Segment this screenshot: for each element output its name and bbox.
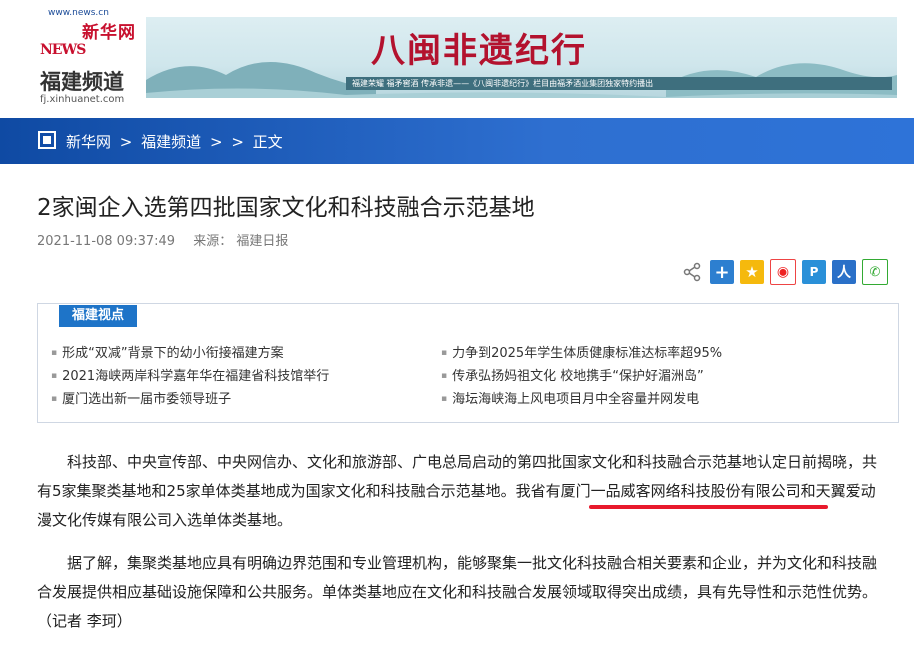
list-item[interactable]: 2021海峡两岸科学嘉年华在福建省科技馆举行 bbox=[51, 365, 329, 388]
banner-caption: 福建荣耀 福矛窖酒 传承非遗——《八闽非遗纪行》栏目由福矛酒业集团独家特约播出 bbox=[346, 77, 892, 90]
breadcrumb-separator: > bbox=[209, 133, 223, 151]
red-underline-annotation bbox=[589, 505, 828, 509]
article-title: 2家闽企入选第四批国家文化和科技融合示范基地 bbox=[37, 195, 535, 221]
qzone-icon[interactable]: ★ bbox=[740, 260, 764, 284]
logo-url: www.news.cn bbox=[48, 8, 109, 18]
renren-icon[interactable]: 人 bbox=[832, 260, 856, 284]
ad-banner[interactable]: 八闽非遗纪行 福建荣耀 福矛窖酒 传承非遗——《八闽非遗纪行》栏目由福矛酒业集团… bbox=[146, 17, 897, 98]
channel-domain: fj.xinhuanet.com bbox=[40, 94, 125, 105]
share-bar: + ★ ◉ P 人 ✆ bbox=[680, 259, 888, 285]
breadcrumb-current: 正文 bbox=[252, 133, 283, 151]
channel-name: 福建频道 bbox=[40, 70, 124, 94]
publish-date: 2021-11-08 09:37:49 bbox=[37, 234, 176, 249]
xinhua-logo[interactable]: www.news.cn 新华网 NEWS 福建频道 fj.xinhuanet.c… bbox=[36, 8, 136, 108]
breadcrumb-fujian[interactable]: 福建频道 bbox=[141, 133, 201, 151]
wechat-icon[interactable]: ✆ bbox=[862, 259, 888, 285]
breadcrumb: 新华网 > 福建频道 > > 正文 bbox=[66, 131, 287, 152]
article-meta: 2021-11-08 09:37:49 来源： 福建日报 bbox=[37, 230, 288, 249]
viewpoint-list-left: 形成“双减”背景下的幼小衔接福建方案 2021海峡两岸科学嘉年华在福建省科技馆举… bbox=[51, 342, 329, 411]
list-item[interactable]: 形成“双减”背景下的幼小衔接福建方案 bbox=[51, 342, 329, 365]
tencent-icon[interactable]: P bbox=[802, 260, 826, 284]
article-body: 科技部、中央宣传部、中央网信办、文化和旅游部、广电总局启动的第四批国家文化和科技… bbox=[37, 448, 887, 650]
viewpoint-list-right: 力争到2025年学生体质健康标准达标率超95% 传承弘扬妈祖文化 校地携手“保护… bbox=[441, 342, 722, 411]
breadcrumb-separator: > bbox=[119, 133, 133, 151]
document-icon bbox=[38, 131, 56, 149]
breadcrumb-xinhua[interactable]: 新华网 bbox=[66, 133, 111, 151]
logo-brand: 新华网 bbox=[82, 23, 136, 43]
logo-news-text: NEWS bbox=[40, 42, 86, 58]
list-item[interactable]: 海坛海峡海上风电项目月中全容量并网发电 bbox=[441, 388, 722, 411]
paragraph-2: 据了解，集聚类基地应具有明确边界范围和专业管理机构，能够聚集一批文化科技融合相关… bbox=[37, 554, 878, 630]
viewpoint-label: 福建视点 bbox=[59, 305, 137, 327]
site-header: www.news.cn 新华网 NEWS 福建频道 fj.xinhuanet.c… bbox=[0, 0, 914, 118]
weibo-icon[interactable]: ◉ bbox=[770, 259, 796, 285]
logo-news: NEWS bbox=[40, 34, 86, 60]
viewpoint-box: 福建视点 形成“双减”背景下的幼小衔接福建方案 2021海峡两岸科学嘉年华在福建… bbox=[37, 303, 899, 423]
list-item[interactable]: 传承弘扬妈祖文化 校地携手“保护好湄洲岛” bbox=[441, 365, 722, 388]
list-item[interactable]: 厦门选出新一届市委领导班子 bbox=[51, 388, 329, 411]
banner-title: 八闽非遗纪行 bbox=[371, 31, 587, 71]
breadcrumb-bar: 新华网 > 福建频道 > > 正文 bbox=[0, 118, 914, 164]
list-item[interactable]: 力争到2025年学生体质健康标准达标率超95% bbox=[441, 342, 722, 365]
share-icon[interactable] bbox=[680, 260, 704, 284]
breadcrumb-separator: > bbox=[231, 133, 244, 151]
article-source: 来源： 福建日报 bbox=[193, 234, 289, 249]
paragraph-1: 科技部、中央宣传部、中央网信办、文化和旅游部、广电总局启动的第四批国家文化和科技… bbox=[37, 448, 887, 535]
plus-icon[interactable]: + bbox=[710, 260, 734, 284]
